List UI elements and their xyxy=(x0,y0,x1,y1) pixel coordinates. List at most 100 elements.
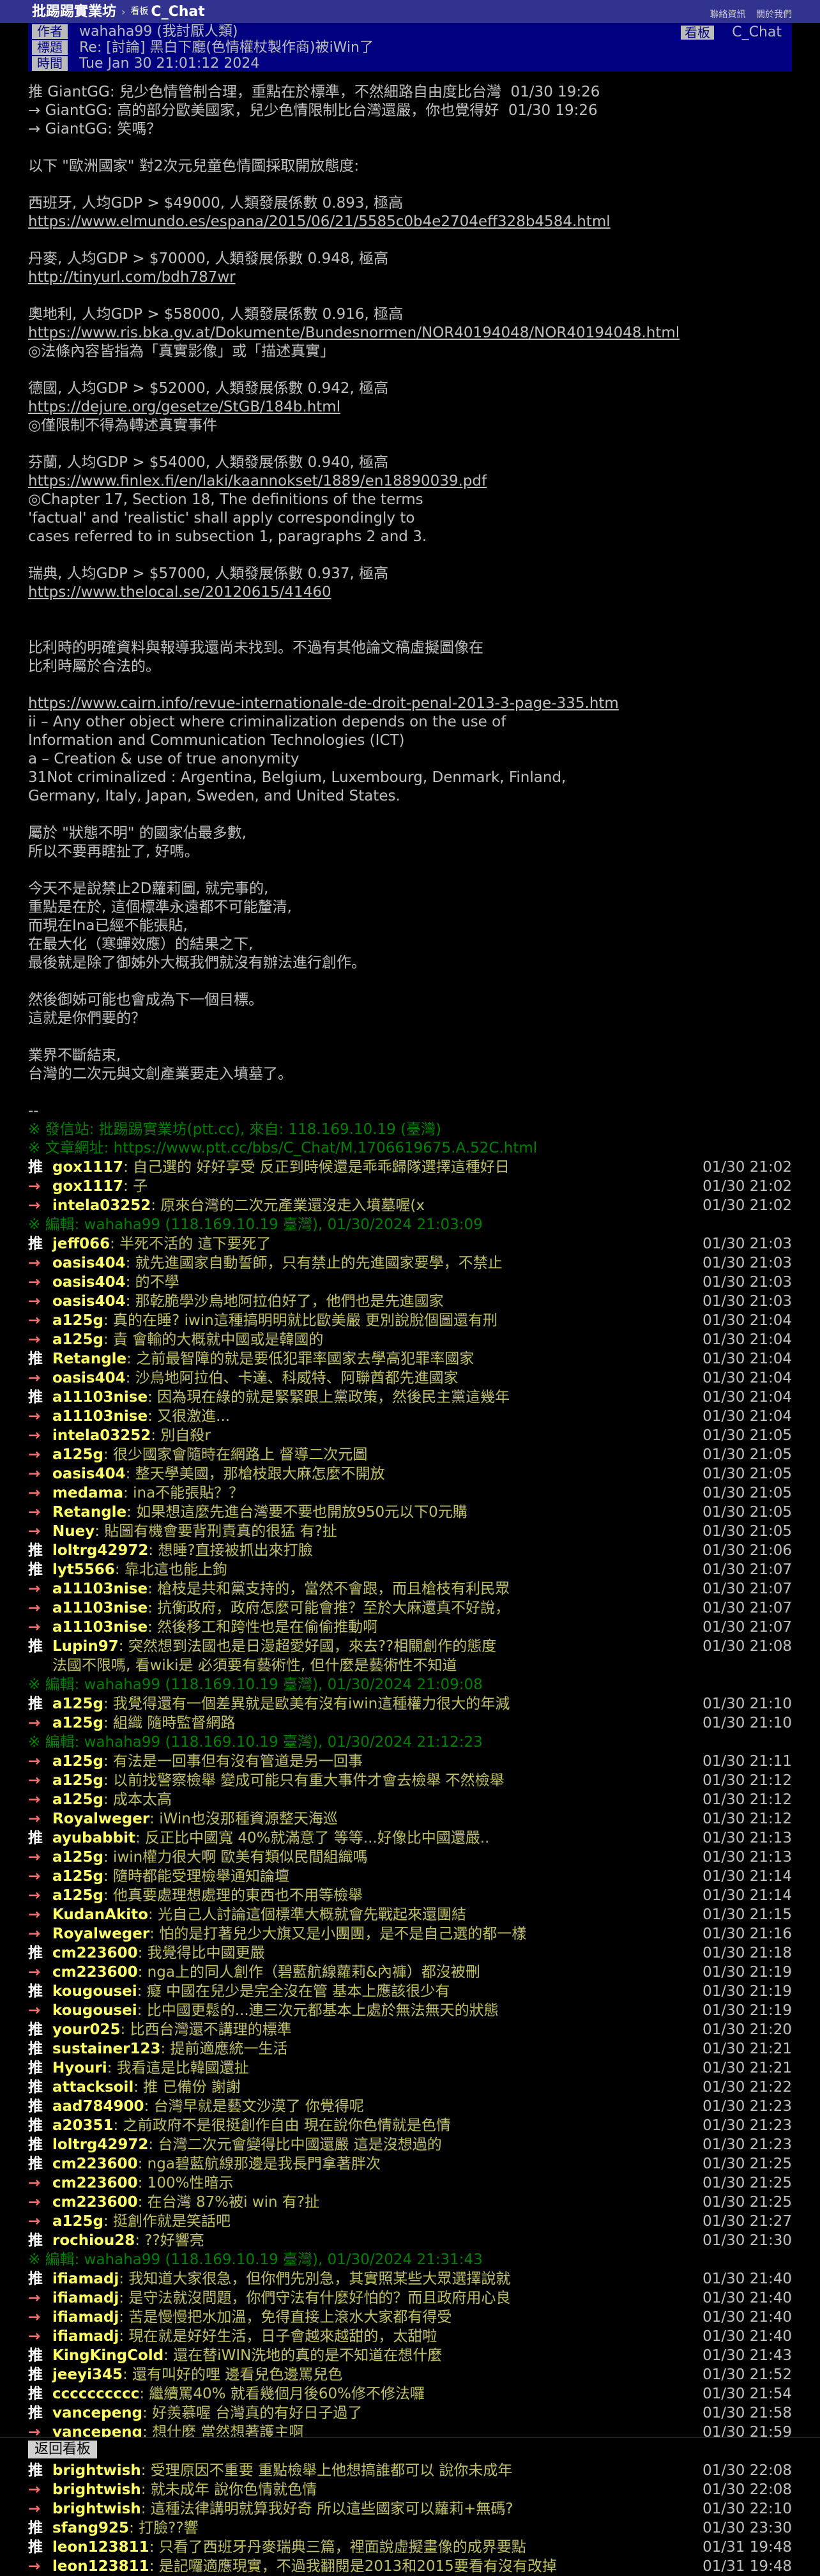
push-time: 01/30 21:07 xyxy=(702,1600,792,1616)
push-row: → a11103nise: 又很激進... 01/30 21:04 xyxy=(28,1407,792,1426)
push-row: → oasis404: 就先進國家自動誓師，只有禁止的先進國家要學，不禁止 01/3… xyxy=(28,1254,792,1273)
push-time: 01/30 21:05 xyxy=(702,1523,792,1540)
push-userid: a125g xyxy=(52,1772,103,1789)
push-content: : 我知道大家很急，但你們先別急，其實照某些大眾選擇說就 xyxy=(119,2271,511,2287)
push-content: : 原來台灣的二次元產業還沒走入墳墓喔(x xyxy=(151,1197,425,1214)
body-line: a – Creation & use of true anonymity xyxy=(28,751,300,767)
push-time: 01/31 19:48 xyxy=(702,2539,792,2556)
body-link[interactable]: https://www.cairn.info/revue-internation… xyxy=(28,695,619,712)
ptt-home-link[interactable]: 批踢踢實業坊 xyxy=(32,3,116,21)
push-row: 推 ayubabbit: 反正比中國寬 40%就滿意了 等等...好像比中國還嚴.… xyxy=(28,1828,792,1848)
body-line: 比利時屬於合法的。 xyxy=(28,658,160,675)
push-userid: a125g xyxy=(52,1791,103,1808)
push-userid: a125g xyxy=(52,2213,103,2230)
push-content: : iwin權力很大啊 歐美有類似民間組織嗎 xyxy=(103,1849,368,1866)
push-time: 01/30 21:12 xyxy=(702,1772,792,1789)
board-prefix: 看板 xyxy=(130,6,149,17)
push-userid: a125g xyxy=(52,1868,103,1885)
push-time: 01/30 21:21 xyxy=(702,2060,792,2076)
push-tag: → xyxy=(28,1600,41,1616)
push-tag: 推 xyxy=(28,2520,43,2536)
push-tag: 推 xyxy=(28,1351,43,1367)
edit-notice: ※ 編輯: wahaha99 (118.169.10.19 臺灣), 01/30… xyxy=(28,1676,483,1693)
push-tag: 推 xyxy=(28,1945,43,1961)
push-row: → cm223600: 在台灣 87%被i win 有?扯 01/30 21:25 xyxy=(28,2193,792,2212)
edit-notice: ※ 編輯: wahaha99 (118.169.10.19 臺灣), 01/30… xyxy=(28,1216,483,1233)
push-content: : ina不能張貼？？ xyxy=(123,1485,244,1501)
body-link-line: https://www.cairn.info/revue-internation… xyxy=(28,694,792,713)
push-content: : 比中國更鬆的...連三次元都基本上處於無法無天的狀態 xyxy=(137,2002,499,2019)
push-row: 推 cm223600: nga碧藍航線那邊是我長門拿著胖次 01/30 21:25 xyxy=(28,2154,792,2174)
body-line: 奧地利, 人均GDP > $58000, 人類發展係數 0.916, 極高 xyxy=(28,306,404,323)
push-time: 01/30 21:13 xyxy=(702,1830,792,1846)
body-link[interactable]: https://www.finlex.fi/en/laki/kaannokset… xyxy=(28,473,487,489)
about-link[interactable]: 關於我們 xyxy=(756,10,792,20)
push-content: : 我覺得還有一個差異就是歐美有沒有iwin這種權力很大的年減 xyxy=(103,1696,510,1712)
push-userid: a125g xyxy=(52,1312,103,1329)
body-link[interactable]: https://dejure.org/gesetze/StGB/184b.htm… xyxy=(28,399,340,415)
back-to-board-button[interactable]: 返回看板 xyxy=(28,2441,98,2458)
push-time: 01/30 21:23 xyxy=(702,2098,792,2115)
push-userid: a11103nise xyxy=(52,1389,148,1406)
body-line: → GiantGG: 笑嗎？ xyxy=(28,121,162,137)
body-line: 重點是在於, 這個標準永遠都不可能釐清, xyxy=(28,899,292,916)
push-tag: → xyxy=(28,1178,41,1195)
body-line xyxy=(28,361,792,379)
body-line: 屬於 "狀態不明" 的國家佔最多數, xyxy=(28,825,247,841)
push-content: : 因為現在綠的就是緊緊跟上黨政策，然後民主黨這幾年 xyxy=(148,1389,510,1406)
push-time: 01/30 21:02 xyxy=(702,1197,792,1214)
push-time: 01/30 21:18 xyxy=(702,1945,792,1961)
body-link-line: https://www.ris.bka.gv.at/Dokumente/Bund… xyxy=(28,324,792,342)
push-row: → a125g: 有法是一回事但有沒有管道是另一回事 01/30 21:11 xyxy=(28,1752,792,1771)
push-row: → oasis404: 的不學 01/30 21:03 xyxy=(28,1273,792,1292)
push-userid: leon123811 xyxy=(52,2558,149,2575)
push-time: 01/30 21:03 xyxy=(702,1236,792,1252)
push-content: : 沙烏地阿拉伯、卡達、科威特、阿聯酋都先進國家 xyxy=(125,1370,459,1386)
push-content: : 挺創作就是笑話吧 xyxy=(103,2213,231,2230)
body-link[interactable]: https://www.ris.bka.gv.at/Dokumente/Bund… xyxy=(28,325,680,341)
push-time: 01/30 21:05 xyxy=(702,1446,792,1463)
body-link[interactable]: http://tinyurl.com/bdh787wr xyxy=(28,269,236,286)
push-content: : 推 已備份 謝謝 xyxy=(133,2079,241,2096)
push-tag: 推 xyxy=(28,2347,43,2364)
push-tag: 推 xyxy=(28,1542,43,1559)
push-time: 01/30 21:08 xyxy=(702,1638,792,1655)
push-time: 01/30 21:12 xyxy=(702,1791,792,1808)
push-row: 推 Hyouri: 我看這是比韓國還扯 01/30 21:21 xyxy=(28,2058,792,2078)
push-userid: oasis404 xyxy=(52,1255,126,1271)
push-tag: → xyxy=(28,2290,41,2306)
push-userid: ifiamadj xyxy=(52,2328,119,2345)
push-time: 01/30 22:10 xyxy=(702,2501,792,2517)
push-userid: aad784900 xyxy=(52,2098,144,2115)
board-value[interactable]: C_Chat xyxy=(732,25,782,40)
push-row: 推 sustainer123: 提前適應統一生活 01/30 21:21 xyxy=(28,2039,792,2058)
push-userid: a11103nise xyxy=(52,1619,148,1636)
board-link[interactable]: C_Chat xyxy=(151,3,204,21)
push-content: : 是守法就沒問題，你們守法有什麼好怕的？而且政府用心良 xyxy=(119,2290,511,2306)
push-tag: → xyxy=(28,1312,41,1329)
body-line: 西班牙, 人均GDP > $49000, 人類發展係數 0.893, 極高 xyxy=(28,195,404,211)
push-userid: oasis404 xyxy=(52,1466,126,1482)
body-link[interactable]: https://www.elmundo.es/espana/2015/06/21… xyxy=(28,213,611,230)
push-userid: vancepeng xyxy=(52,2405,143,2421)
push-row: 法國不限嗎, 看wiki是 必須要有藝術性, 但什麼是藝術性不知道 xyxy=(28,1656,792,1675)
push-tag: 推 xyxy=(28,1561,43,1578)
contact-link[interactable]: 聯絡資訊 xyxy=(710,10,746,20)
body-link[interactable]: https://www.thelocal.se/20120615/41460 xyxy=(28,584,331,601)
push-row: → a125g: 以前找警察檢舉 變成可能只有重大事件才會去檢舉 不然檢舉 01/3… xyxy=(28,1771,792,1790)
push-userid: a11103nise xyxy=(52,1581,148,1597)
push-time: 01/30 22:08 xyxy=(702,2481,792,2498)
push-userid: Hyouri xyxy=(52,2060,107,2076)
author-row: 作者 wahaha99 (我討厭人類) 看板 C_Chat xyxy=(28,24,792,40)
top-bar: 批踢踢實業坊 › 看板 C_Chat 聯絡資訊 關於我們 xyxy=(0,0,820,23)
push-content: : 現在就是好好生活，日子會越來越甜的，太甜啦 xyxy=(119,2328,437,2345)
push-row: → ifiamadj: 現在就是好好生活，日子會越來越甜的，太甜啦 01/30 21… xyxy=(28,2327,792,2346)
push-time: 01/30 21:25 xyxy=(702,2194,792,2211)
breadcrumb-separator: › xyxy=(121,5,126,18)
push-time: 01/30 21:05 xyxy=(702,1466,792,1482)
push-time: 01/30 21:19 xyxy=(702,2002,792,2019)
push-time: 01/30 21:02 xyxy=(702,1178,792,1195)
push-row: → a125g: 他真要處理想處理的東西也不用等檢舉 01/30 21:14 xyxy=(28,1886,792,1905)
body-link-line: https://www.elmundo.es/espana/2015/06/21… xyxy=(28,213,792,231)
push-time: 01/30 21:13 xyxy=(702,1849,792,1866)
